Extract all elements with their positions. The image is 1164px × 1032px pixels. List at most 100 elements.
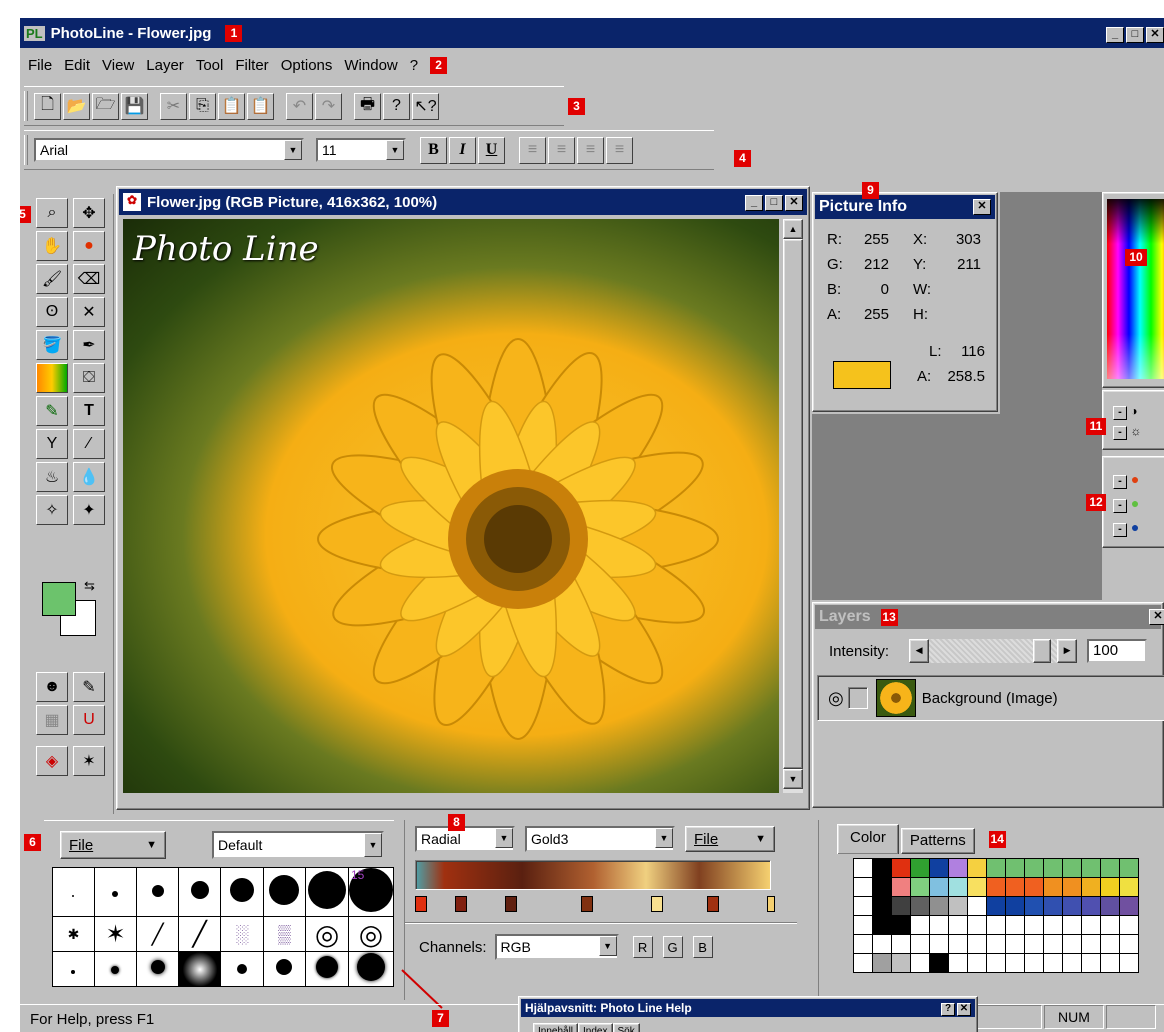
scroll-up-button[interactable]: ▲ xyxy=(783,219,803,239)
palette-swatch[interactable] xyxy=(967,896,987,916)
brush-item[interactable] xyxy=(136,867,180,917)
palette-swatch[interactable] xyxy=(1119,858,1139,878)
align-right-icon[interactable]: ≡ xyxy=(577,136,604,164)
palette-swatch[interactable] xyxy=(891,915,911,935)
print-icon[interactable]: 🖶 xyxy=(354,92,381,120)
swap-colors-icon[interactable]: ⇆ xyxy=(84,578,95,594)
gradient-stop[interactable] xyxy=(767,896,775,912)
slider-thumb[interactable] xyxy=(1033,639,1052,663)
palette-swatch[interactable] xyxy=(948,934,968,954)
brush-file-menu-button[interactable]: File ▼ xyxy=(60,831,166,859)
font-select[interactable]: Arial ▼ xyxy=(34,138,304,162)
palette-swatch[interactable] xyxy=(891,953,911,973)
palette-swatch[interactable] xyxy=(967,915,987,935)
slider-left-arrow-icon[interactable]: ◀ xyxy=(909,639,930,663)
water-tool-icon[interactable]: 💧 xyxy=(73,462,105,492)
palette-swatch[interactable] xyxy=(1081,877,1101,897)
doc-minimize-button[interactable]: _ xyxy=(745,195,763,211)
palette-swatch[interactable] xyxy=(872,858,892,878)
brush-preset-select[interactable]: Default ▼ xyxy=(212,831,384,859)
brush-item[interactable] xyxy=(220,951,264,987)
palette-swatch[interactable] xyxy=(872,953,892,973)
palette-swatch[interactable] xyxy=(929,858,949,878)
foreground-color-swatch[interactable] xyxy=(42,582,76,616)
underline-button[interactable]: U xyxy=(478,136,505,164)
format-gripper[interactable] xyxy=(24,135,28,165)
brush-item[interactable]: ╱ xyxy=(136,916,180,952)
bold-button[interactable]: B xyxy=(420,136,447,164)
color-spectrum[interactable] xyxy=(1107,199,1164,379)
palette-swatch[interactable] xyxy=(1024,953,1044,973)
context-help-icon[interactable]: ↖? xyxy=(412,92,439,120)
palette-swatch[interactable] xyxy=(1062,953,1082,973)
brush-item[interactable]: ✶ xyxy=(93,916,138,952)
palette-swatch[interactable] xyxy=(910,896,930,916)
channel-r-toggle[interactable]: R xyxy=(632,936,653,958)
palette-swatch[interactable] xyxy=(1024,915,1044,935)
picture-info-close-button[interactable]: ✕ xyxy=(973,199,991,215)
brush-item[interactable]: 15 xyxy=(347,867,395,917)
channel-b-toggle[interactable]: B xyxy=(692,936,713,958)
scroll-thumb[interactable] xyxy=(783,239,803,769)
palette-swatch[interactable] xyxy=(1062,877,1082,897)
chevron-down-icon[interactable]: ▼ xyxy=(598,936,617,956)
brush-item[interactable] xyxy=(178,867,222,917)
paste-special-icon[interactable]: 📋 xyxy=(247,92,274,120)
redo-icon[interactable]: ↷ xyxy=(315,92,342,120)
palette-swatch[interactable] xyxy=(1043,858,1063,878)
brush-item[interactable]: ◎ xyxy=(347,916,395,952)
palette-swatch[interactable] xyxy=(910,953,930,973)
document-title-bar[interactable]: ✿ Flower.jpg (RGB Picture, 416x362, 100%… xyxy=(119,189,807,215)
chevron-down-icon[interactable]: ▼ xyxy=(364,833,382,857)
brush-item[interactable] xyxy=(52,951,95,987)
intensity-slider[interactable]: ◀ ▶ xyxy=(909,639,1078,663)
palette-swatch[interactable] xyxy=(1043,896,1063,916)
palette-swatch[interactable] xyxy=(853,877,873,897)
brush-item[interactable] xyxy=(93,951,138,987)
layers-title-bar[interactable]: Layers 13 ✕ xyxy=(815,605,1164,629)
mask-brush-icon[interactable]: ✎ xyxy=(73,672,105,702)
doc-maximize-button[interactable]: □ xyxy=(765,195,783,211)
chevron-down-icon[interactable]: ▼ xyxy=(495,828,513,848)
intensity-value-field[interactable]: 100 xyxy=(1087,639,1148,663)
pen-tool-icon[interactable]: ✎ xyxy=(36,396,68,426)
palette-swatch[interactable] xyxy=(1024,877,1044,897)
palette-swatch[interactable] xyxy=(986,858,1006,878)
palette-swatch[interactable] xyxy=(910,934,930,954)
palette-swatch[interactable] xyxy=(1100,953,1120,973)
palette-swatch[interactable] xyxy=(1005,953,1025,973)
blur-tool-icon[interactable]: ⁄ xyxy=(73,429,105,459)
palette-swatch[interactable] xyxy=(1043,934,1063,954)
palette-swatch[interactable] xyxy=(967,877,987,897)
brush-item[interactable] xyxy=(305,867,349,917)
palette-swatch[interactable] xyxy=(948,953,968,973)
brush-item[interactable] xyxy=(305,951,349,987)
chevron-down-icon[interactable]: ▼ xyxy=(655,828,673,848)
gradient-name-select[interactable]: Gold3 ▼ xyxy=(525,826,675,852)
vertical-scrollbar[interactable]: ▲ ▼ xyxy=(783,219,803,793)
palette-swatch[interactable] xyxy=(891,858,911,878)
brush-item[interactable] xyxy=(52,867,95,917)
brush-item[interactable]: ✱ xyxy=(52,916,95,952)
palette-swatch[interactable] xyxy=(1043,953,1063,973)
magnet-icon[interactable]: U xyxy=(73,705,105,735)
align-center-icon[interactable]: ≡ xyxy=(548,136,575,164)
help-icon[interactable]: ? xyxy=(383,92,410,120)
palette-swatch[interactable] xyxy=(1005,934,1025,954)
palette-swatch[interactable] xyxy=(986,915,1006,935)
open-icon[interactable]: 📂 xyxy=(63,92,90,120)
palette-swatch[interactable] xyxy=(1081,934,1101,954)
palette-swatch[interactable] xyxy=(891,877,911,897)
gradient-stop[interactable] xyxy=(415,896,427,912)
folder-icon[interactable]: 🗁 xyxy=(92,92,119,120)
contrast-minus-button[interactable]: - xyxy=(1113,406,1127,420)
menu-window[interactable]: Window xyxy=(344,57,397,74)
mask-icon[interactable]: ☻ xyxy=(36,672,68,702)
palette-swatch[interactable] xyxy=(1005,877,1025,897)
palette-swatch[interactable] xyxy=(1119,896,1139,916)
align-justify-icon[interactable]: ≡ xyxy=(606,136,633,164)
palette-swatch[interactable] xyxy=(967,858,987,878)
palette-swatch[interactable] xyxy=(1043,915,1063,935)
palette-swatch[interactable] xyxy=(929,877,949,897)
close-button[interactable]: ✕ xyxy=(1146,27,1164,43)
